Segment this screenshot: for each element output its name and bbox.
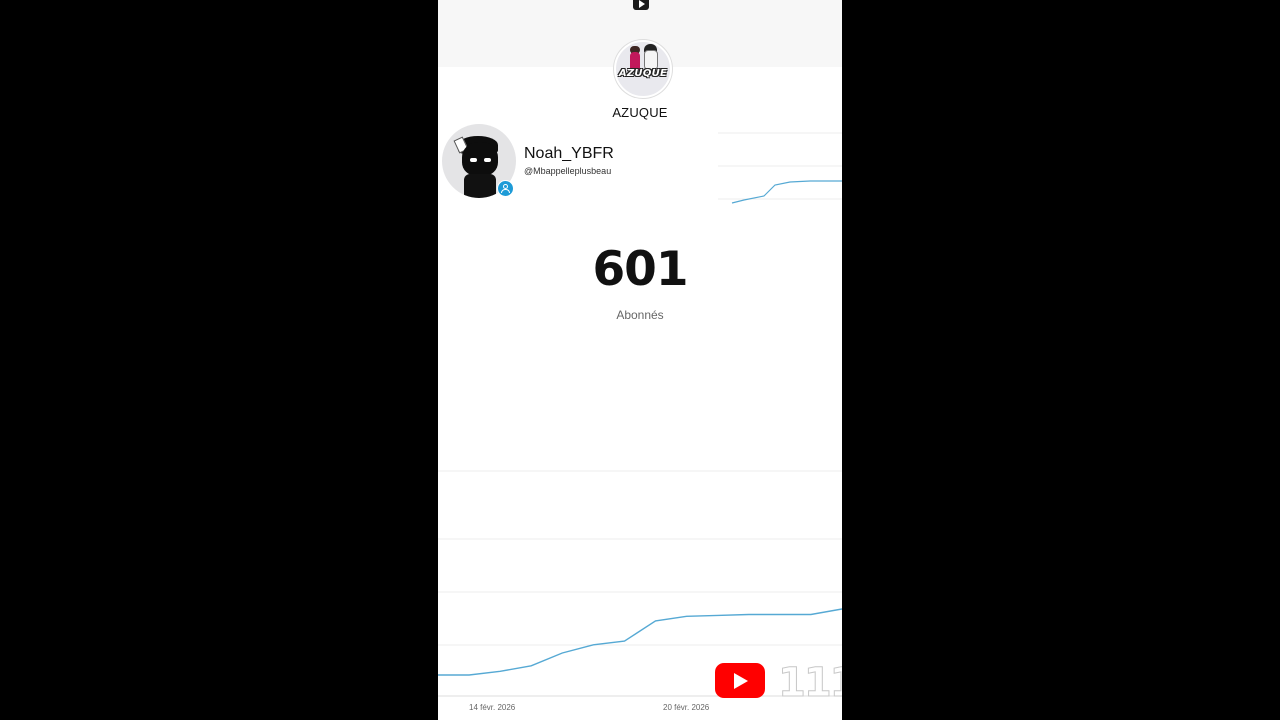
youtube-mini-icon [633,0,649,10]
youtube-logo-icon [715,663,765,698]
channel-avatar[interactable]: AZUQUE [614,40,672,98]
channel-logo-text: AZUQUE [618,68,668,79]
user-handle: @Mbappelleplusbeau [524,166,612,176]
user-card[interactable]: Noah_YBFR @Mbappelleplusbeau [438,119,618,201]
background-chart [718,132,842,204]
avatar-body [464,174,496,198]
subscriber-count: 601 [592,242,688,297]
user-name: Noah_YBFR [524,145,614,162]
avatar-figure [644,50,658,70]
x-tick-label: 20 févr. 2026 [663,703,710,712]
avatar-eye [470,158,477,162]
avatar-eye [484,158,491,162]
channel-name: AZUQUE [612,105,668,120]
subscriber-label: Abonnés [616,308,664,322]
watermark: 111 [778,660,842,707]
phone-screen: AZUQUE AZUQUE Noah_YBFR @Mbappelleplusbe… [438,0,842,720]
x-tick-label: 14 févr. 2026 [469,703,516,712]
verified-person-icon [497,180,514,197]
background-series-line [731,180,842,204]
avatar-head [462,142,498,176]
